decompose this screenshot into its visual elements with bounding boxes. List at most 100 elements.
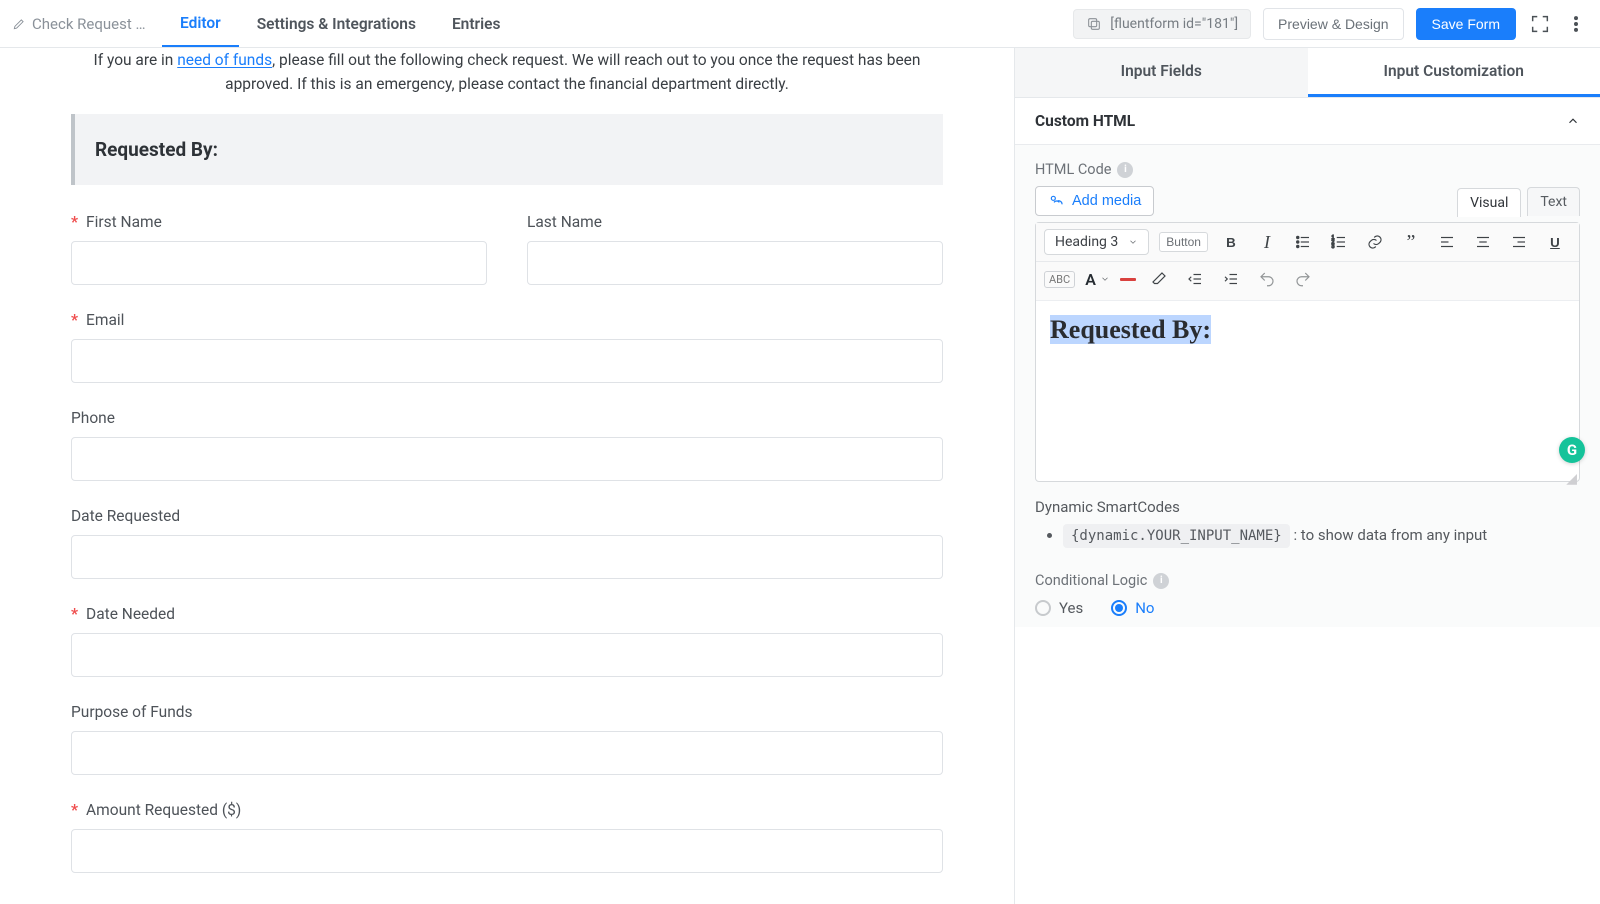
section-header-requested-by[interactable]: Requested By: bbox=[71, 114, 943, 185]
align-right-icon bbox=[1510, 233, 1528, 251]
radio-icon bbox=[1035, 600, 1051, 616]
label-date-needed-text: Date Needed bbox=[86, 605, 175, 623]
add-media-button[interactable]: Add media bbox=[1035, 186, 1154, 216]
color-swatch bbox=[1120, 278, 1136, 281]
mode-visual[interactable]: Visual bbox=[1457, 188, 1521, 217]
align-left-icon bbox=[1438, 233, 1456, 251]
italic-button[interactable]: I bbox=[1254, 229, 1280, 255]
conditional-logic-section: Conditional Logic i Yes No bbox=[1035, 572, 1580, 617]
form-canvas: If you are in need of funds, please fill… bbox=[47, 48, 967, 873]
align-center-button[interactable] bbox=[1470, 229, 1496, 255]
label-phone: Phone bbox=[71, 409, 943, 427]
shortcode-text: [fluentform id="181"] bbox=[1110, 16, 1238, 32]
radio-yes[interactable]: Yes bbox=[1035, 599, 1083, 617]
input-date-needed[interactable] bbox=[71, 633, 943, 677]
pencil-icon bbox=[12, 17, 26, 31]
fullscreen-icon bbox=[1529, 13, 1551, 35]
mode-text[interactable]: Text bbox=[1527, 187, 1580, 216]
format-dropdown[interactable]: Heading 3 bbox=[1044, 229, 1149, 255]
align-left-button[interactable] bbox=[1434, 229, 1460, 255]
panel-head-custom-html[interactable]: Custom HTML bbox=[1015, 98, 1600, 145]
label-last-name: Last Name bbox=[527, 213, 943, 231]
intro-text: If you are in need of funds, please fill… bbox=[71, 48, 943, 114]
conditional-logic-label-row: Conditional Logic i bbox=[1035, 572, 1580, 589]
media-icon bbox=[1048, 193, 1064, 209]
rte-toolbar-2: ABC A bbox=[1036, 262, 1579, 301]
indent-button[interactable] bbox=[1218, 266, 1244, 292]
html-code-label: HTML Code bbox=[1035, 161, 1111, 178]
preview-design-button[interactable]: Preview & Design bbox=[1263, 8, 1404, 40]
label-first-name: *First Name bbox=[71, 213, 487, 231]
field-first-name[interactable]: *First Name bbox=[71, 213, 487, 285]
info-icon[interactable]: i bbox=[1117, 162, 1133, 178]
outdent-button[interactable] bbox=[1182, 266, 1208, 292]
required-star: * bbox=[71, 311, 78, 329]
indent-icon bbox=[1222, 270, 1240, 288]
label-amount-text: Amount Requested ($) bbox=[86, 801, 241, 819]
rte-selected-text[interactable]: Requested By: bbox=[1050, 315, 1211, 344]
smartcode-item: {dynamic.YOUR_INPUT_NAME} : to show data… bbox=[1063, 524, 1580, 548]
editor-toprow: Add media Visual Text bbox=[1035, 186, 1580, 216]
shortcode-chip[interactable]: [fluentform id="181"] bbox=[1073, 9, 1251, 39]
undo-button[interactable] bbox=[1254, 266, 1280, 292]
label-purpose-text: Purpose of Funds bbox=[71, 703, 193, 721]
field-date-requested[interactable]: Date Requested bbox=[71, 507, 943, 579]
input-date-requested[interactable] bbox=[71, 535, 943, 579]
doc-title[interactable]: Check Request F... bbox=[12, 15, 162, 33]
tab-input-customization[interactable]: Input Customization bbox=[1308, 48, 1600, 97]
field-phone[interactable]: Phone bbox=[71, 409, 943, 481]
field-purpose[interactable]: Purpose of Funds bbox=[71, 703, 943, 775]
spellcheck-button[interactable]: ABC bbox=[1044, 271, 1075, 288]
radio-icon bbox=[1111, 600, 1127, 616]
redo-button[interactable] bbox=[1290, 266, 1316, 292]
input-first-name[interactable] bbox=[71, 241, 487, 285]
align-center-icon bbox=[1474, 233, 1492, 251]
numbered-list-button[interactable]: 123 bbox=[1326, 229, 1352, 255]
input-last-name[interactable] bbox=[527, 241, 943, 285]
editor-mode-tabs: Visual Text bbox=[1457, 187, 1580, 216]
rte-content[interactable]: Requested By: G ◢ bbox=[1036, 301, 1579, 481]
align-right-button[interactable] bbox=[1506, 229, 1532, 255]
tab-entries[interactable]: Entries bbox=[434, 1, 519, 46]
tab-settings-integrations[interactable]: Settings & Integrations bbox=[239, 1, 434, 46]
field-email[interactable]: * Email bbox=[71, 311, 943, 383]
form-canvas-scroll[interactable]: If you are in need of funds, please fill… bbox=[0, 48, 1014, 904]
label-email-text: Email bbox=[86, 311, 124, 329]
input-purpose[interactable] bbox=[71, 731, 943, 775]
intro-link[interactable]: need of funds bbox=[177, 51, 272, 69]
link-button[interactable] bbox=[1362, 229, 1388, 255]
grammarly-badge-icon[interactable]: G bbox=[1559, 437, 1585, 463]
add-media-label: Add media bbox=[1072, 193, 1141, 209]
doc-title-text: Check Request F... bbox=[32, 15, 152, 33]
field-date-needed[interactable]: *Date Needed bbox=[71, 605, 943, 677]
underline-button[interactable]: U bbox=[1542, 229, 1568, 255]
clear-format-button[interactable] bbox=[1146, 266, 1172, 292]
text-color-button[interactable]: A bbox=[1085, 270, 1110, 289]
intro-rest: , please fill out the following check re… bbox=[225, 51, 920, 93]
info-icon[interactable]: i bbox=[1153, 573, 1169, 589]
field-last-name[interactable]: Last Name bbox=[527, 213, 943, 285]
svg-text:3: 3 bbox=[1331, 244, 1334, 250]
label-phone-text: Phone bbox=[71, 409, 115, 427]
label-date-requested-text: Date Requested bbox=[71, 507, 180, 525]
bold-button[interactable]: B bbox=[1218, 229, 1244, 255]
tab-input-fields[interactable]: Input Fields bbox=[1015, 48, 1308, 97]
insert-button-tag[interactable]: Button bbox=[1159, 232, 1208, 252]
section-title: Requested By: bbox=[95, 138, 923, 161]
save-form-button[interactable]: Save Form bbox=[1416, 8, 1516, 40]
more-menu-button[interactable] bbox=[1564, 12, 1588, 36]
app-body: If you are in need of funds, please fill… bbox=[0, 48, 1600, 904]
smartcode-chip[interactable]: {dynamic.YOUR_INPUT_NAME} bbox=[1063, 524, 1290, 548]
resize-handle-icon[interactable]: ◢ bbox=[1566, 471, 1577, 487]
input-amount[interactable] bbox=[71, 829, 943, 873]
label-purpose: Purpose of Funds bbox=[71, 703, 943, 721]
fullscreen-button[interactable] bbox=[1528, 12, 1552, 36]
input-phone[interactable] bbox=[71, 437, 943, 481]
input-email[interactable] bbox=[71, 339, 943, 383]
bullet-list-button[interactable] bbox=[1290, 229, 1316, 255]
link-icon bbox=[1366, 233, 1384, 251]
field-amount[interactable]: *Amount Requested ($) bbox=[71, 801, 943, 873]
radio-no[interactable]: No bbox=[1111, 599, 1154, 617]
blockquote-button[interactable]: ” bbox=[1398, 229, 1424, 255]
tab-editor[interactable]: Editor bbox=[162, 0, 239, 47]
